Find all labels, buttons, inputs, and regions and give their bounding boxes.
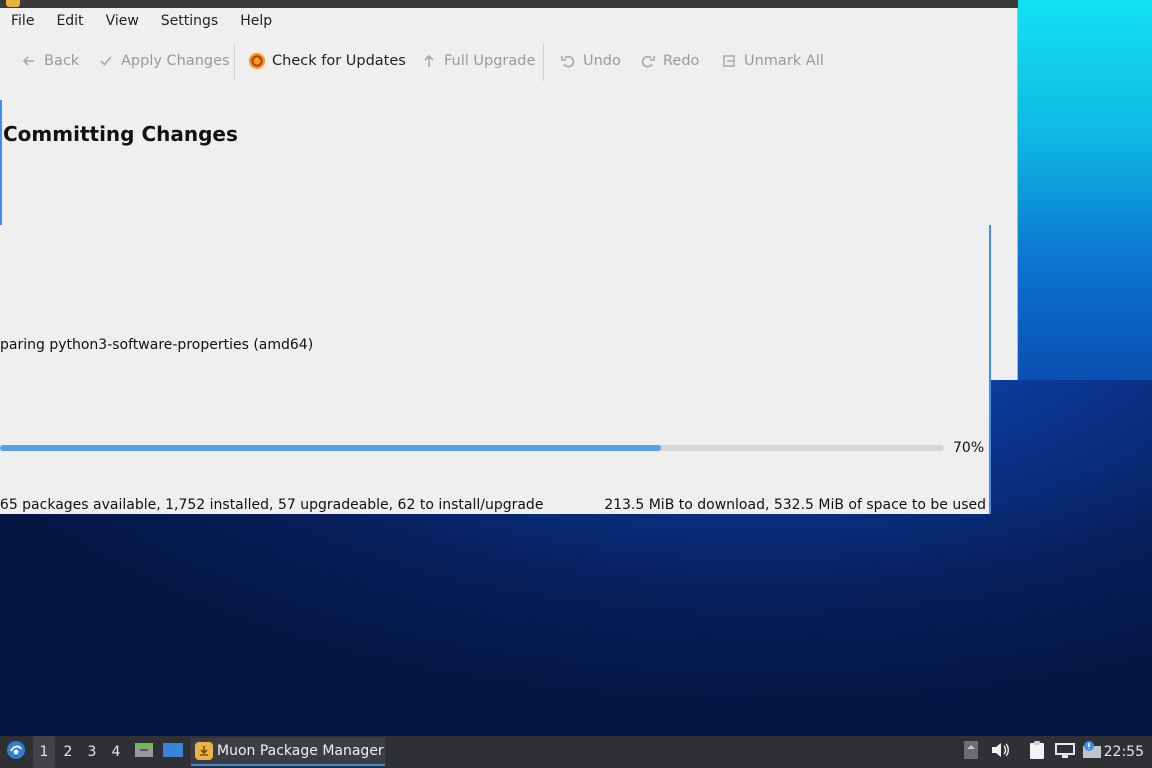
undo-icon: [559, 52, 577, 70]
menubar: File Edit View Settings Help: [0, 10, 283, 36]
progress-status-text: paring python3-software-properties (amd6…: [0, 337, 314, 353]
undo-label: Undo: [583, 53, 621, 69]
window-titlebar[interactable]: [0, 0, 1018, 8]
menu-edit[interactable]: Edit: [45, 10, 94, 36]
download-stats: 213.5 MiB to download, 532.5 MiB of spac…: [604, 497, 986, 513]
full-upgrade-label: Full Upgrade: [444, 53, 536, 69]
unmark-icon: [720, 52, 738, 70]
clipboard-icon: [1027, 740, 1047, 764]
undo-button[interactable]: Undo: [559, 43, 621, 79]
clipboard-tray-button[interactable]: [1027, 736, 1047, 768]
window-edge-accent: [0, 100, 2, 225]
workspace-3[interactable]: 3: [81, 736, 103, 768]
tray-up-arrow-icon: [963, 740, 979, 764]
speaker-icon: [990, 741, 1010, 763]
checkmark-icon: [97, 52, 115, 70]
menu-settings[interactable]: Settings: [150, 10, 229, 36]
menu-help[interactable]: Help: [229, 10, 283, 36]
taskbar: 1 2 3 4 Muon Package Manager 22:55: [0, 736, 1152, 768]
commit-progress-panel: paring python3-software-properties (amd6…: [0, 225, 991, 514]
toolbar: Back Apply Changes Check for Updates Ful…: [0, 43, 1018, 81]
toolbar-separator: [543, 43, 544, 81]
app-icon: [6, 0, 20, 7]
check-for-updates-label: Check for Updates: [272, 53, 406, 69]
tray-expand-button[interactable]: [963, 736, 979, 768]
start-menu-button[interactable]: [4, 736, 28, 768]
progress-bar: [0, 445, 944, 451]
network-icon: [1054, 741, 1076, 763]
refresh-icon: [248, 52, 266, 70]
toolbar-separator: [234, 43, 235, 81]
volume-button[interactable]: [990, 736, 1010, 768]
desktop-icon: [162, 741, 184, 763]
taskbar-task-muon[interactable]: Muon Package Manager: [191, 738, 385, 766]
arrow-left-icon: [20, 52, 38, 70]
progress-bar-fill: [0, 445, 661, 451]
redo-button[interactable]: Redo: [639, 43, 699, 79]
apply-changes-button[interactable]: Apply Changes: [97, 43, 230, 79]
upgrade-arrow-icon: [420, 52, 438, 70]
menu-file[interactable]: File: [0, 10, 45, 36]
apply-changes-label: Apply Changes: [121, 53, 230, 69]
muon-app-icon: [195, 742, 213, 760]
redo-icon: [639, 52, 657, 70]
menu-view[interactable]: View: [95, 10, 150, 36]
file-manager-launcher[interactable]: [134, 736, 154, 768]
progress-percent: 70%: [953, 440, 985, 456]
network-tray-button[interactable]: [1054, 736, 1076, 768]
back-button[interactable]: Back: [20, 43, 79, 79]
unmark-all-label: Unmark All: [744, 53, 824, 69]
workspace-2[interactable]: 2: [57, 736, 79, 768]
unmark-all-button[interactable]: Unmark All: [720, 43, 824, 79]
task-label: Muon Package Manager: [217, 743, 384, 759]
file-manager-icon: [134, 741, 154, 763]
back-label: Back: [44, 53, 80, 69]
lubuntu-logo-icon: [6, 740, 26, 764]
update-notifier-button[interactable]: [1081, 736, 1103, 768]
page-title: Committing Changes: [3, 122, 238, 146]
check-for-updates-button[interactable]: Check for Updates: [248, 43, 406, 79]
full-upgrade-button[interactable]: Full Upgrade: [420, 43, 535, 79]
update-notification-icon: [1081, 740, 1103, 764]
redo-label: Redo: [663, 53, 700, 69]
workspace-4[interactable]: 4: [105, 736, 127, 768]
package-stats: 065 packages available, 1,752 installed,…: [0, 497, 560, 513]
workspace-1[interactable]: 1: [33, 736, 55, 768]
clock[interactable]: 22:55: [1104, 736, 1144, 768]
show-desktop-button[interactable]: [162, 736, 184, 768]
package-stats-text: 065 packages available, 1,752 installed,…: [0, 497, 544, 513]
